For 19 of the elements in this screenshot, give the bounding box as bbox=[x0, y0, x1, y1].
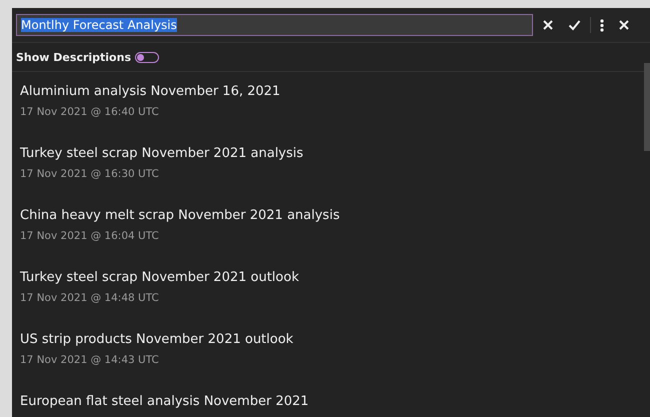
item-title[interactable]: China heavy melt scrap November 2021 analysis bbox=[20, 206, 340, 226]
close-icon bbox=[542, 19, 554, 31]
more-icon bbox=[600, 18, 604, 32]
close-icon bbox=[618, 19, 630, 31]
item-title[interactable]: US strip products November 2021 outlook bbox=[20, 330, 294, 350]
show-descriptions-label: Show Descriptions bbox=[16, 50, 131, 64]
item-title[interactable]: Turkey steel scrap November 2021 outlook bbox=[20, 268, 299, 288]
checkmark-icon bbox=[568, 19, 581, 31]
title-field[interactable]: Montlhy Forecast Analysis bbox=[16, 14, 533, 36]
item-date: 17 Nov 2021 @ 14:43 UTC bbox=[20, 353, 159, 368]
item-title[interactable]: Turkey steel scrap November 2021 analysis bbox=[20, 144, 304, 164]
item-title[interactable]: European flat steel analysis November 2021 bbox=[20, 392, 309, 412]
item-date: 17 Nov 2021 @ 16:04 UTC bbox=[20, 229, 159, 244]
item-date: 17 Nov 2021 @ 14:48 UTC bbox=[20, 291, 159, 306]
show-descriptions-toggle[interactable] bbox=[135, 52, 159, 62]
item-date: 17 Nov 2021 @ 16:30 UTC bbox=[20, 167, 159, 182]
scrollbar-thumb[interactable] bbox=[644, 63, 650, 151]
item-date: 17 Nov 2021 @ 16:40 UTC bbox=[20, 105, 159, 120]
item-title[interactable]: Aluminium analysis November 16, 2021 bbox=[20, 82, 280, 102]
